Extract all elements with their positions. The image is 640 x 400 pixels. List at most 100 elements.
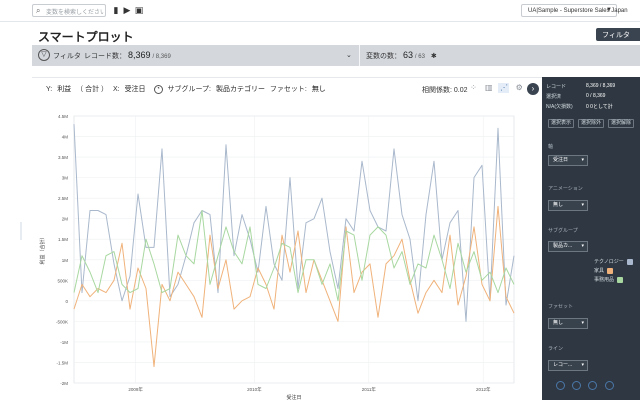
y-tick-label: 0 (65, 299, 68, 304)
section-facet-title: ファセット (548, 304, 574, 310)
x-axis-title: 受注日 (286, 394, 301, 400)
side-row-label: N/A(欠損数) (546, 104, 573, 110)
filter-bar: ▽ フィルタ レコード数： 8,369 / 8,369 ⌄ 変数の数： 63 /… (32, 45, 640, 66)
subgroup-label: サブグループ: (167, 86, 211, 93)
play-icon[interactable]: ▶ (122, 4, 132, 16)
legend-item-technology[interactable]: テクノロジー (594, 258, 633, 265)
export-icon[interactable] (604, 381, 614, 390)
filter-button[interactable]: フィルタ (596, 28, 640, 41)
legend-swatch (617, 276, 624, 283)
side-row-value: 0 0として計 (586, 104, 613, 110)
line-select-value: レコー... (553, 362, 573, 368)
subgroup-variable[interactable]: 製品カテゴリー (216, 86, 265, 93)
correlation-coefficient: 相関係数: 0.02 (422, 87, 468, 94)
bottom-toolbar (556, 381, 619, 392)
y-tick-label: 2.5M (58, 196, 68, 201)
record-count-value: 8,369 (127, 50, 151, 60)
side-row-label: レコード (546, 84, 567, 90)
animation-select[interactable]: 無し ▾ (548, 200, 588, 211)
expand-filter-icon[interactable]: ⌄ (346, 51, 352, 59)
pan-icon[interactable] (572, 381, 582, 390)
line-select[interactable]: レコー... ▾ (548, 360, 588, 371)
reset-icon[interactable] (588, 381, 598, 390)
y-tick-label: -500K (56, 319, 68, 324)
settings-side-panel: レコード 8,369 / 8,369 選択済 0 / 8,369 N/A(欠損数… (542, 77, 640, 400)
subgroup-select[interactable]: 製品カ... ▾ (548, 241, 588, 252)
y-tick-label: -1M (60, 340, 68, 345)
y-tick-label: 3M (62, 176, 69, 181)
bookmark-icon[interactable]: ▮ (111, 4, 121, 16)
exclude-selected-button[interactable]: 選択除外 (578, 119, 604, 128)
zoom-icon[interactable] (556, 381, 565, 390)
chevron-down-icon: ▾ (581, 202, 584, 208)
datasource-select[interactable]: UA|Sample - Superstore Sales Japan ▼ (521, 4, 628, 17)
facet-variable[interactable]: 無し (312, 86, 326, 93)
bar-view-icon[interactable]: ▥ (483, 83, 494, 93)
y-axis-aggregation[interactable]: （ 合計 ） (76, 86, 108, 93)
axis-select-value: 受注日 (553, 157, 569, 163)
variable-count-value: 63 (402, 50, 413, 60)
x-tick-label: 2009年 (128, 386, 143, 393)
section-axis-title: 軸 (548, 144, 554, 150)
subgroup-select-value: 製品カ... (553, 243, 573, 249)
settings-view-icon[interactable]: ⚙ (514, 83, 525, 93)
record-count-label: レコード数： (84, 53, 126, 60)
chart-panel: Y: 利益 （ 合計 ） X: 受注日 ◔ サブグループ: 製品カテゴリー ファ… (32, 77, 542, 400)
x-axis-variable[interactable]: 受注日 (125, 86, 146, 93)
collapse-panel-icon[interactable]: › (527, 83, 539, 95)
legend-item-office-supplies[interactable]: 事務用品 (594, 276, 624, 283)
y-tick-label: -1.5M (56, 360, 68, 365)
y-tick-label: 2M (62, 217, 69, 222)
y-tick-label: 1.5M (58, 237, 68, 242)
scatter-view-icon[interactable]: ⁘ (468, 83, 479, 93)
y-tick-label: 4M (62, 135, 69, 140)
record-count-total: / 8,369 (152, 54, 171, 60)
show-selected-button[interactable]: 選択表示 (548, 119, 574, 128)
chevron-down-icon: ▾ (581, 243, 584, 249)
legend-label: 家具 (594, 268, 605, 274)
chevron-down-icon: ▾ (581, 320, 584, 326)
facet-select[interactable]: 無し ▾ (548, 318, 588, 329)
legend-label: テクノロジー (594, 259, 624, 265)
y-axis-label: Y: (46, 86, 53, 93)
clear-selection-button[interactable]: 選択解除 (608, 119, 634, 128)
left-marker (20, 222, 22, 240)
y-axis-variable[interactable]: 利益 (57, 86, 71, 93)
side-row-value: 0 / 8,369 (586, 93, 606, 99)
section-animation-title: アニメーション (548, 186, 583, 192)
axis-select[interactable]: 受注日 ▾ (548, 155, 588, 166)
record-count: レコード数： 8,369 / 8,369 (84, 50, 171, 61)
facet-label: ファセット: (269, 86, 307, 93)
line-chart[interactable]: 4.5M 4M 3.5M 3M 2.5M 2M 1.5M 1M 500K 0 -500K -1M -1.… (32, 108, 542, 400)
animation-select-value: 無し (553, 202, 564, 208)
search-placeholder: 変数を検索しください (46, 10, 104, 16)
gear-icon[interactable]: ✱ (431, 52, 437, 60)
chevron-down-icon: ▾ (581, 362, 584, 368)
subgroup-icon[interactable]: ◔ (153, 84, 163, 94)
top-toolbar: ⌕ 変数を検索しください ▮ ▶ ▣ UA|Sample - Superstor… (0, 0, 640, 22)
left-strip (0, 22, 32, 400)
side-row-selected: 選択済 0 / 8,369 (546, 93, 605, 100)
variable-search-input[interactable]: ⌕ 変数を検索しください (32, 4, 106, 17)
image-icon[interactable]: ▣ (134, 4, 144, 16)
facet-select-value: 無し (553, 320, 564, 326)
x-axis-label: X: (112, 86, 120, 93)
x-tick-label: 2010年 (247, 386, 262, 393)
filter-label[interactable]: フィルタ (53, 51, 81, 61)
page-title: スマートプロット (38, 30, 134, 44)
section-line-title: ライン (548, 346, 564, 352)
funnel-icon[interactable]: ▽ (38, 49, 50, 61)
variable-count: 変数の数： 63 / 63 ✱ (366, 50, 437, 61)
x-tick-label: 2011年 (362, 386, 377, 393)
line-view-icon[interactable]: ⋰ (498, 83, 510, 93)
section-subgroup-title: サブグループ (548, 228, 578, 234)
view-type-switcher: ⁘ ▥ ⋰ ⚙ (468, 83, 527, 93)
side-row-label: 選択済 (546, 94, 562, 100)
axis-selector-bar: Y: 利益 （ 合計 ） X: 受注日 ◔ サブグループ: 製品カテゴリー ファ… (46, 84, 329, 94)
y-tick-label: 3.5M (58, 155, 68, 160)
search-icon: ⌕ (36, 6, 41, 15)
legend-swatch (626, 258, 633, 265)
legend-item-furniture[interactable]: 家具 (594, 267, 614, 274)
y-tick-label: 1M (62, 258, 69, 263)
y-tick-label: -2M (60, 381, 68, 386)
